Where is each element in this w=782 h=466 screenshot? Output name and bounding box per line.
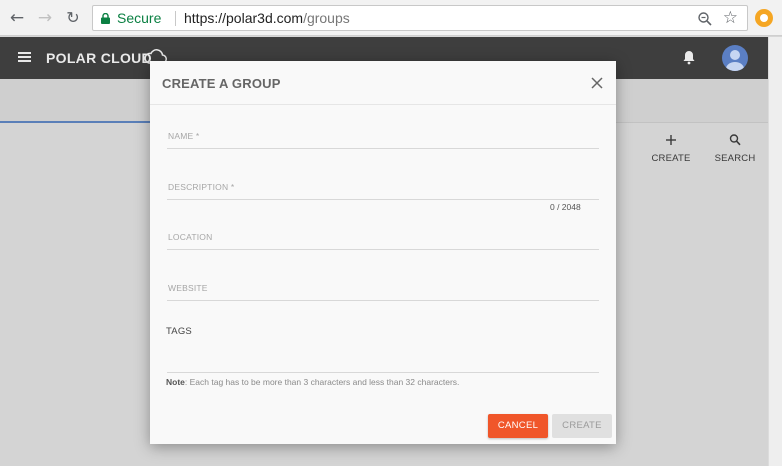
- address-bar[interactable]: Secure https://polar3d.com/groups ☆: [92, 5, 748, 31]
- note-prefix: Note: [166, 377, 185, 387]
- forward-icon[interactable]: →: [35, 8, 55, 28]
- create-group-dialog: CREATE A GROUP NAME * DESCRIPTION * 0 / …: [150, 61, 616, 444]
- brand-logo[interactable]: POLAR CLOUD: [46, 50, 152, 66]
- extension-icon[interactable]: [755, 9, 773, 27]
- avatar[interactable]: [722, 45, 748, 71]
- lock-icon: [101, 13, 110, 24]
- cancel-button[interactable]: CANCEL: [488, 414, 548, 438]
- zoom-icon[interactable]: [697, 11, 713, 27]
- description-field-label: DESCRIPTION *: [168, 182, 235, 192]
- bookmark-star-icon[interactable]: ☆: [723, 8, 738, 28]
- browser-toolbar: ← → ↻ Secure https://polar3d.com/groups …: [0, 0, 782, 36]
- location-field[interactable]: LOCATION: [167, 226, 599, 250]
- menu-icon[interactable]: [18, 52, 31, 62]
- website-field[interactable]: WEBSITE: [167, 277, 599, 301]
- tags-note: Note: Each tag has to be more than 3 cha…: [166, 377, 459, 387]
- description-char-counter: 0 / 2048: [550, 202, 581, 212]
- bell-icon[interactable]: [682, 49, 696, 65]
- tags-input[interactable]: [167, 346, 599, 373]
- reload-icon[interactable]: ↻: [63, 8, 83, 28]
- plus-icon: [666, 135, 676, 145]
- tags-label: TAGS: [166, 326, 192, 337]
- url-host: https://polar3d.com: [184, 10, 304, 26]
- secure-label: Secure: [117, 10, 162, 26]
- name-field[interactable]: NAME *: [167, 125, 599, 149]
- create-button[interactable]: CREATE: [552, 414, 612, 438]
- dialog-title: CREATE A GROUP: [162, 76, 281, 91]
- url-path: /groups: [303, 10, 350, 26]
- name-field-label: NAME *: [168, 131, 200, 141]
- note-text: : Each tag has to be more than 3 charact…: [184, 377, 460, 387]
- create-action-label: CREATE: [651, 153, 691, 164]
- scrollbar[interactable]: [768, 37, 782, 466]
- dialog-header-divider: [150, 104, 616, 105]
- omnibox-divider: [175, 11, 176, 26]
- website-field-label: WEBSITE: [168, 283, 208, 293]
- close-icon[interactable]: [589, 75, 605, 91]
- url-text[interactable]: https://polar3d.com/groups: [184, 10, 350, 26]
- location-field-label: LOCATION: [168, 232, 213, 242]
- description-field[interactable]: DESCRIPTION *: [167, 176, 599, 200]
- search-icon: [729, 134, 741, 146]
- search-action-button[interactable]: SEARCH: [711, 132, 759, 166]
- search-action-label: SEARCH: [714, 153, 756, 164]
- back-icon[interactable]: ←: [7, 8, 27, 28]
- create-action-button[interactable]: CREATE: [647, 132, 695, 166]
